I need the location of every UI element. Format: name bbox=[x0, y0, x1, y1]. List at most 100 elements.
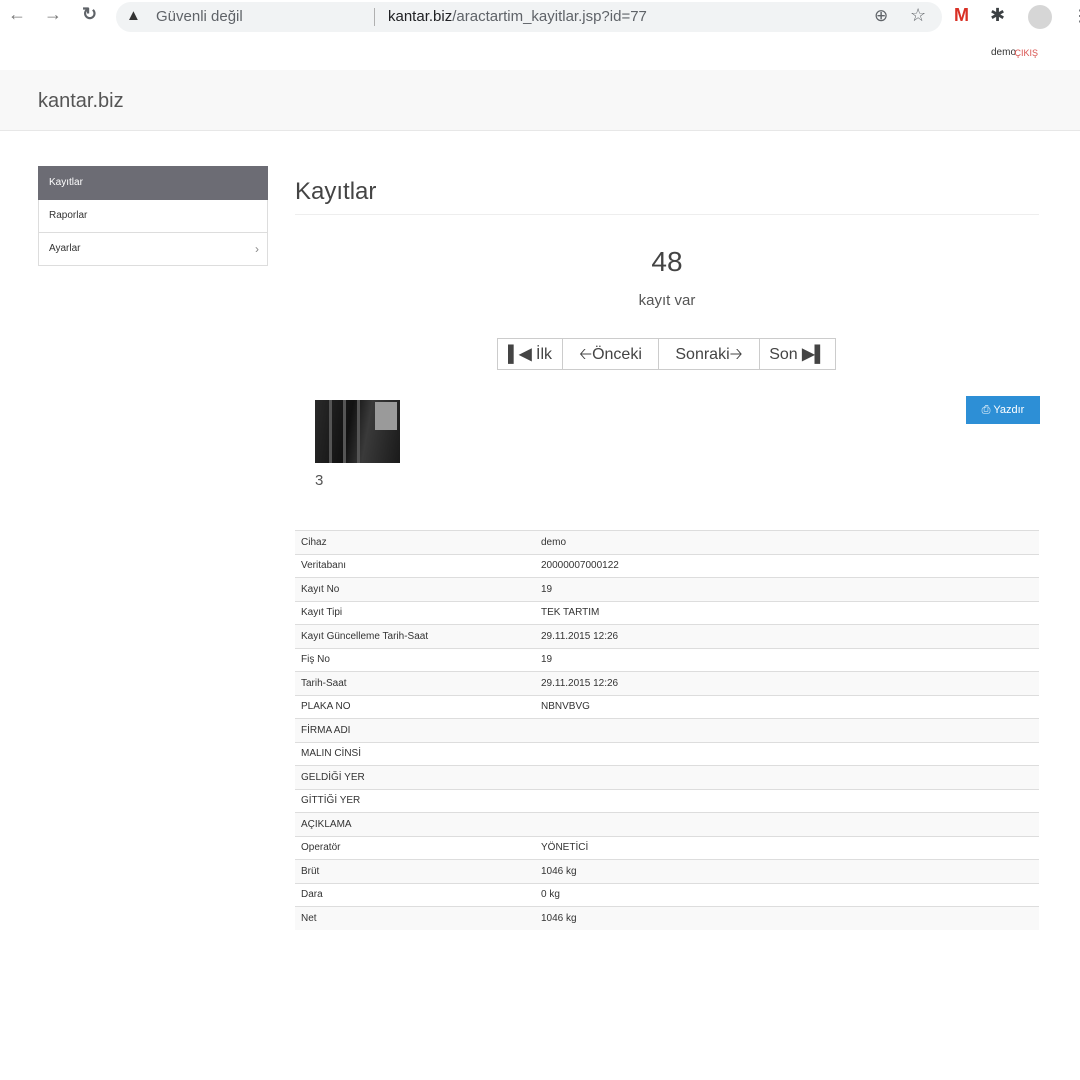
row-key: Fiş No bbox=[295, 647, 535, 672]
table-row: Fiş No 19 bbox=[295, 647, 1039, 672]
row-key: AÇIKLAMA bbox=[295, 812, 535, 836]
record-table: Cihaz demo Veritabanı 20000007000122 Kayıt… bbox=[295, 530, 1039, 930]
next-label: Sonraki bbox=[675, 346, 730, 363]
row-key: GELDİĞİ YER bbox=[295, 765, 535, 789]
last-button[interactable]: Son ▶▌ bbox=[759, 338, 836, 370]
row-value: 1046 kg bbox=[535, 906, 1039, 930]
row-value: 19 bbox=[535, 647, 1039, 672]
sidebar-item-raporlar[interactable]: Raporlar bbox=[38, 200, 268, 233]
table-row: MALIN CİNSİ bbox=[295, 741, 1039, 766]
row-value bbox=[535, 718, 1039, 742]
row-key: GİTTİĞİ YER bbox=[295, 788, 535, 813]
row-key: Brüt bbox=[295, 859, 535, 883]
row-value: NBNVBVG bbox=[535, 694, 1039, 719]
row-key: Kayıt No bbox=[295, 577, 535, 601]
first-button[interactable]: ▌◀ İlk bbox=[497, 338, 563, 370]
page-title: Kayıtlar bbox=[295, 178, 377, 205]
table-row: Brüt 1046 kg bbox=[295, 859, 1039, 883]
image-line bbox=[343, 400, 346, 463]
avatar[interactable] bbox=[1028, 5, 1052, 29]
forward-icon[interactable]: → bbox=[44, 4, 62, 25]
prev-label: Önceki bbox=[592, 346, 642, 363]
sidebar-item-ayarlar[interactable]: Ayarlar › bbox=[38, 233, 268, 266]
arrow-left-icon: 🡠 bbox=[579, 346, 593, 363]
star-icon[interactable]: ☆ bbox=[910, 5, 926, 26]
row-value: 19 bbox=[535, 577, 1039, 601]
row-key: Operatör bbox=[295, 835, 535, 860]
address-bar[interactable]: ▲ Güvenli değil kantar.biz/aractartim_ka… bbox=[116, 2, 942, 32]
browser-toolbar: ← → ↻ ▲ Güvenli değil kantar.biz/aractar… bbox=[0, 0, 1080, 34]
row-value: 29.11.2015 12:26 bbox=[535, 671, 1039, 695]
row-value: demo bbox=[535, 530, 1039, 554]
table-row: Veritabanı 20000007000122 bbox=[295, 553, 1039, 578]
row-key: Net bbox=[295, 906, 535, 930]
row-key: Kayıt Güncelleme Tarih-Saat bbox=[295, 624, 535, 648]
table-row: FİRMA ADI bbox=[295, 718, 1039, 742]
sidebar-item-label: Raporlar bbox=[49, 210, 88, 221]
table-row: Dara 0 kg bbox=[295, 882, 1039, 907]
record-count: 48 bbox=[651, 246, 683, 277]
zoom-icon[interactable]: ⊕ bbox=[874, 6, 888, 26]
row-value: 20000007000122 bbox=[535, 553, 1039, 578]
table-row: AÇIKLAMA bbox=[295, 812, 1039, 836]
kebab-menu-icon[interactable]: ⋮ bbox=[1072, 6, 1080, 26]
next-button[interactable]: Sonraki🡢 bbox=[658, 338, 760, 370]
image-line bbox=[329, 400, 332, 463]
chevron-right-icon: › bbox=[255, 242, 259, 256]
table-row: GELDİĞİ YER bbox=[295, 765, 1039, 789]
username: demo bbox=[990, 47, 1016, 58]
prev-button[interactable]: 🡠Önceki bbox=[562, 338, 659, 370]
table-row: Tarih-Saat 29.11.2015 12:26 bbox=[295, 671, 1039, 695]
table-row: Kayıt Tipi TEK TARTIM bbox=[295, 600, 1039, 625]
url-text[interactable]: kantar.biz/aractartim_kayitlar.jsp?id=77 bbox=[388, 8, 647, 25]
arrow-right-icon: 🡢 bbox=[729, 346, 743, 363]
first-label: İlk bbox=[536, 346, 553, 363]
row-key: MALIN CİNSİ bbox=[295, 741, 535, 766]
row-value: TEK TARTIM bbox=[535, 600, 1039, 625]
navbar: kantar.biz bbox=[0, 70, 1080, 131]
logout-link[interactable]: ÇIKIŞ bbox=[1014, 48, 1038, 58]
row-value bbox=[535, 765, 1039, 789]
table-row: Operatör YÖNETİCİ bbox=[295, 835, 1039, 860]
gmail-icon[interactable]: M bbox=[954, 5, 969, 26]
image-number: 3 bbox=[315, 472, 324, 489]
record-image[interactable] bbox=[315, 400, 400, 463]
image-line bbox=[357, 400, 360, 463]
back-icon[interactable]: ← bbox=[8, 4, 26, 25]
record-count-label: kayıt var bbox=[638, 292, 696, 309]
row-key: Tarih-Saat bbox=[295, 671, 535, 695]
row-value: 0 kg bbox=[535, 882, 1039, 907]
table-row: Kayıt No 19 bbox=[295, 577, 1039, 601]
row-value bbox=[535, 741, 1039, 766]
table-row: PLAKA NO NBNVBVG bbox=[295, 694, 1039, 719]
url-path: /aractartim_kayitlar.jsp?id=77 bbox=[452, 8, 647, 25]
url-host: kantar.biz bbox=[388, 8, 453, 25]
row-value bbox=[535, 812, 1039, 836]
row-key: Veritabanı bbox=[295, 553, 535, 578]
pagination: ▌◀ İlk 🡠Önceki Sonraki🡢 Son ▶▌ bbox=[497, 338, 836, 370]
row-value: 29.11.2015 12:26 bbox=[535, 624, 1039, 648]
puzzle-icon[interactable]: ✱ bbox=[990, 5, 1005, 26]
print-button[interactable]: ⎙ Yazdır bbox=[966, 396, 1040, 424]
sidebar-item-kayitlar[interactable]: Kayıtlar bbox=[38, 166, 268, 200]
brand-link[interactable]: kantar.biz bbox=[38, 90, 124, 113]
reload-icon[interactable]: ↻ bbox=[82, 4, 97, 25]
row-value: YÖNETİCİ bbox=[535, 835, 1039, 860]
row-key: PLAKA NO bbox=[295, 694, 535, 719]
table-row: Kayıt Güncelleme Tarih-Saat 29.11.2015 12… bbox=[295, 624, 1039, 648]
row-value bbox=[535, 788, 1039, 813]
row-key: FİRMA ADI bbox=[295, 718, 535, 742]
address-separator bbox=[374, 8, 375, 26]
warning-icon: ▲ bbox=[126, 7, 141, 24]
row-value: 1046 kg bbox=[535, 859, 1039, 883]
security-label[interactable]: Güvenli değil bbox=[156, 8, 243, 25]
row-key: Kayıt Tipi bbox=[295, 600, 535, 625]
sidebar: Kayıtlar Raporlar Ayarlar › bbox=[38, 166, 268, 266]
step-forward-icon: ▶▌ bbox=[802, 346, 826, 363]
user-bar: demo ÇIKIŞ bbox=[0, 34, 1080, 71]
divider bbox=[295, 214, 1039, 215]
print-icon: ⎙ bbox=[981, 404, 991, 416]
row-key: Dara bbox=[295, 882, 535, 907]
step-backward-icon: ▌◀ bbox=[507, 346, 532, 363]
last-label: Son bbox=[769, 346, 798, 363]
